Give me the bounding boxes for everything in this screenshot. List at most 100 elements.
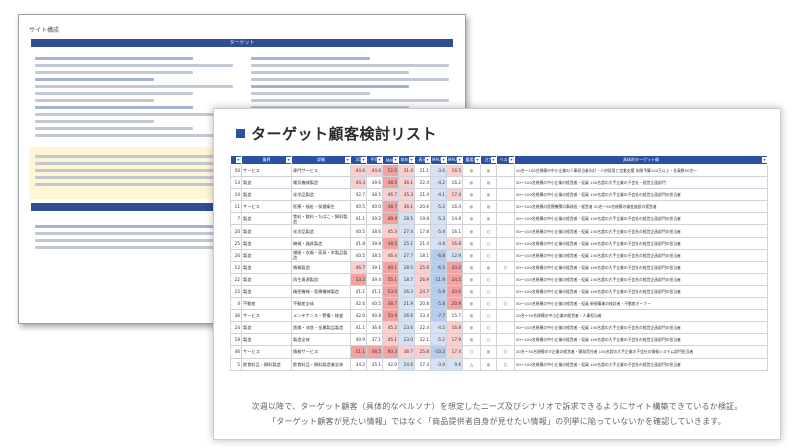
table-row[interactable]: 18 製造 製造全体 40.9 37.1 45.1 23.0 22.1 -5.2 17.9 ◎ ○ 50…	[230, 333, 768, 347]
filter-dropdown-icon[interactable]: ▾	[361, 157, 366, 163]
filter-dropdown-icon[interactable]: ▾	[409, 157, 414, 163]
filter-dropdown-icon[interactable]: ▾	[491, 157, 496, 163]
metric-cell: 16.4	[446, 200, 463, 214]
filter-dropdown-icon[interactable]: ▾	[475, 157, 480, 163]
target-description-cell: 20名～50名規模の中小企業の経営者・人事担当者	[514, 309, 768, 323]
filter-dropdown-icon[interactable]: ▾	[762, 157, 767, 163]
column-header[interactable]: 前年比 ▾	[398, 155, 415, 165]
target-description-cell: 50～100名規模の中小企業の経営者・役員 100名超の大手企業の子会社・経営企…	[514, 176, 768, 190]
table-row[interactable]: 36 サービス メンテナンス・警備・検査 42.0 40.8 50.9 26.6 23.4 -7…	[230, 309, 768, 323]
metric-cell: 48.5	[382, 236, 399, 250]
metric-cell: 42.7	[350, 188, 367, 202]
metric-cell: 24.5	[446, 272, 463, 286]
metric-cell: 42.6	[350, 297, 367, 311]
metric-cell: 44.6	[366, 163, 383, 178]
filter-dropdown-icon[interactable]: ▾	[236, 157, 241, 163]
metric-cell: 53.0	[382, 284, 399, 299]
filter-dropdown-icon[interactable]: ▾	[441, 157, 446, 163]
blurred-text-line	[35, 120, 154, 123]
metric-cell: 55.1	[382, 272, 399, 286]
table-row[interactable]: 46 サービス 情報サービス 51.1 48.5 60.3 36.7 25.8 -10.2 17.…	[230, 345, 768, 359]
target-description-cell: 50～100名規模の中小企業の経営者・役員 100名超の大手企業の子会社の経営企…	[514, 212, 768, 226]
metric-cell: 25.1	[398, 236, 415, 250]
table-row[interactable]: 15 製造 精密機械・医療機械製造 41.1 41.1 53.0 26.3 24.7 -5.9 2…	[230, 284, 768, 299]
metric-cell: 26.6	[398, 309, 415, 323]
metric-cell: -10.2	[430, 345, 447, 359]
column-header[interactable]: ベスト ▾	[496, 155, 515, 165]
row-number-cell: 15	[230, 284, 242, 299]
metric-cell: 20.6	[414, 200, 431, 214]
column-header[interactable]: MAU比 ▾	[446, 155, 463, 165]
table-row[interactable]: 7 製造 食料・飲料・たばこ・飼料製造 41.1 39.2 49.4 28.5 19.8 -5.…	[230, 212, 768, 226]
rating-cell: ◎	[480, 260, 497, 274]
column-header[interactable]: MAU比 ▾	[430, 155, 447, 165]
rating-cell: ◎	[462, 284, 481, 299]
column-header[interactable]: 表示 ▾	[414, 155, 431, 165]
filter-dropdown-icon[interactable]: ▾	[457, 157, 462, 163]
metric-cell: 46.4	[382, 248, 399, 262]
column-header[interactable]: 業界 ▾	[241, 155, 292, 165]
filter-dropdown-icon[interactable]: ▾	[425, 157, 430, 163]
rating-cell: ◎	[480, 345, 497, 359]
table-row[interactable]: 20 製造 化学品製造 40.5 38.6 45.3 27.4 17.8 -5.4 16.1 ◎ ○ 5…	[230, 224, 768, 238]
column-header[interactable]: 具体的ターゲット像 ▾	[514, 155, 768, 165]
blurred-text-line	[35, 106, 194, 109]
metric-cell: 21.4	[414, 188, 431, 202]
filter-dropdown-icon[interactable]: ▾	[509, 157, 514, 163]
table-row[interactable]: 12 製造 情報製造 46.7 39.1 49.1 28.5 25.6 -6.5 20.2 ◎ ◎ ○ 5…	[230, 260, 768, 274]
table-row[interactable]: 10 製造 化学品製造 42.7 38.5 46.7 35.3 21.4 -4.1 17.4 ◎ ◎ 5…	[230, 188, 768, 202]
metric-cell: 53.2	[350, 272, 367, 286]
target-description-cell: 50～100名規模の中小企業の経営者・役員 100名超の大手企業の子会社の経営企…	[514, 272, 768, 286]
metric-cell: 46.7	[350, 260, 367, 274]
blurred-text-line	[251, 92, 370, 95]
column-header[interactable]: ▾	[230, 155, 242, 165]
filter-dropdown-icon[interactable]: ▾	[286, 157, 291, 163]
filter-dropdown-icon[interactable]: ▾	[393, 157, 398, 163]
metric-cell: 17.4	[446, 345, 463, 359]
rating-cell: ◎	[480, 176, 497, 190]
metric-cell: 16.8	[446, 321, 463, 335]
detail-cell: 機械・器具製造	[291, 236, 351, 250]
row-number-cell: 7	[230, 212, 242, 226]
metric-cell: 39.8	[366, 236, 383, 250]
metric-cell: 20.2	[446, 260, 463, 274]
target-description-cell: 50～100名規模の中小企業の経営者・役員 100名超の大手企業の子会社の経営企…	[514, 236, 768, 250]
filter-dropdown-icon[interactable]: ▾	[345, 157, 350, 163]
metric-cell: 40.9	[350, 333, 367, 347]
metric-cell: 45.3	[382, 224, 399, 238]
rating-cell	[496, 284, 515, 299]
industry-cell: 製造	[241, 272, 292, 286]
row-number-cell: 5	[230, 357, 242, 371]
metric-cell: 27.4	[398, 224, 415, 238]
metric-cell: 26.9	[414, 272, 431, 286]
rating-cell: ○	[496, 357, 515, 371]
metric-cell: -11.9	[430, 272, 447, 286]
table-row[interactable]: 13 製造 電気機械製造 44.3 39.6 48.5 36.1 22.4 -4.2 16.2 ◎ ◎…	[230, 176, 768, 190]
table-row[interactable]: 5 飲食料品・飼料製造 飲食料品・飼料製造業全体 34.2 35.1 42.0 24.6 17…	[230, 357, 768, 371]
row-number-cell: 22	[230, 272, 242, 286]
column-header[interactable]: MAU ▾	[382, 155, 399, 165]
metric-cell: 24.6	[398, 357, 415, 371]
rating-cell	[496, 333, 515, 347]
table-row[interactable]: 24 製造 鉄鋼・非鉄・金属製品製造 41.1 36.6 45.2 23.6 22.4 -4.5…	[230, 321, 768, 335]
metric-cell: 52.5	[382, 163, 399, 178]
row-number-cell: 36	[230, 309, 242, 323]
table-row[interactable]: 4 不動産 不動産全体 42.6 40.5 48.7 21.9 20.8 -5.8 20.9 ◎ ○ ○…	[230, 297, 768, 311]
table-row[interactable]: 22 製造 再生資源製造 53.2 39.4 55.1 18.7 26.9 -11.9 24.5 ◎…	[230, 272, 768, 286]
metric-cell: 25.6	[414, 260, 431, 274]
table-row[interactable]: 50 サービス 専門サービス 44.6 44.6 52.5 31.4 21.1 -3.6 16.5…	[230, 163, 768, 178]
table-row[interactable]: 26 製造 繊維・衣服・家具・木製品製造 40.5 38.5 46.4 27.7 18.1 -6…	[230, 248, 768, 262]
industry-cell: 製造	[241, 188, 292, 202]
column-header[interactable]: 注力 ▾	[480, 155, 497, 165]
column-header[interactable]: 詳細 ▾	[291, 155, 351, 165]
table-body: 50 サービス 専門サービス 44.6 44.6 52.5 31.4 21.1 -3.6 16.5…	[230, 163, 768, 371]
detail-cell: 情報サービス	[291, 345, 351, 359]
column-header[interactable]: 平均 ▾	[366, 155, 383, 165]
column-header[interactable]: 3月 ▾	[350, 155, 367, 165]
table-row[interactable]: 25 製造 機械・器具製造 41.8 39.8 48.5 25.1 21.4 -4.8 16.8 ◎…	[230, 236, 768, 250]
filter-dropdown-icon[interactable]: ▾	[377, 157, 382, 163]
metric-cell: -4.2	[430, 176, 447, 190]
table-row[interactable]: 11 サービス 医療・福祉・保健衛生 40.5 40.0 48.7 36.1 20.6 -5.2…	[230, 200, 768, 214]
column-header[interactable]: 重要度 ▾	[462, 155, 481, 165]
metric-cell: -6.5	[430, 260, 447, 274]
